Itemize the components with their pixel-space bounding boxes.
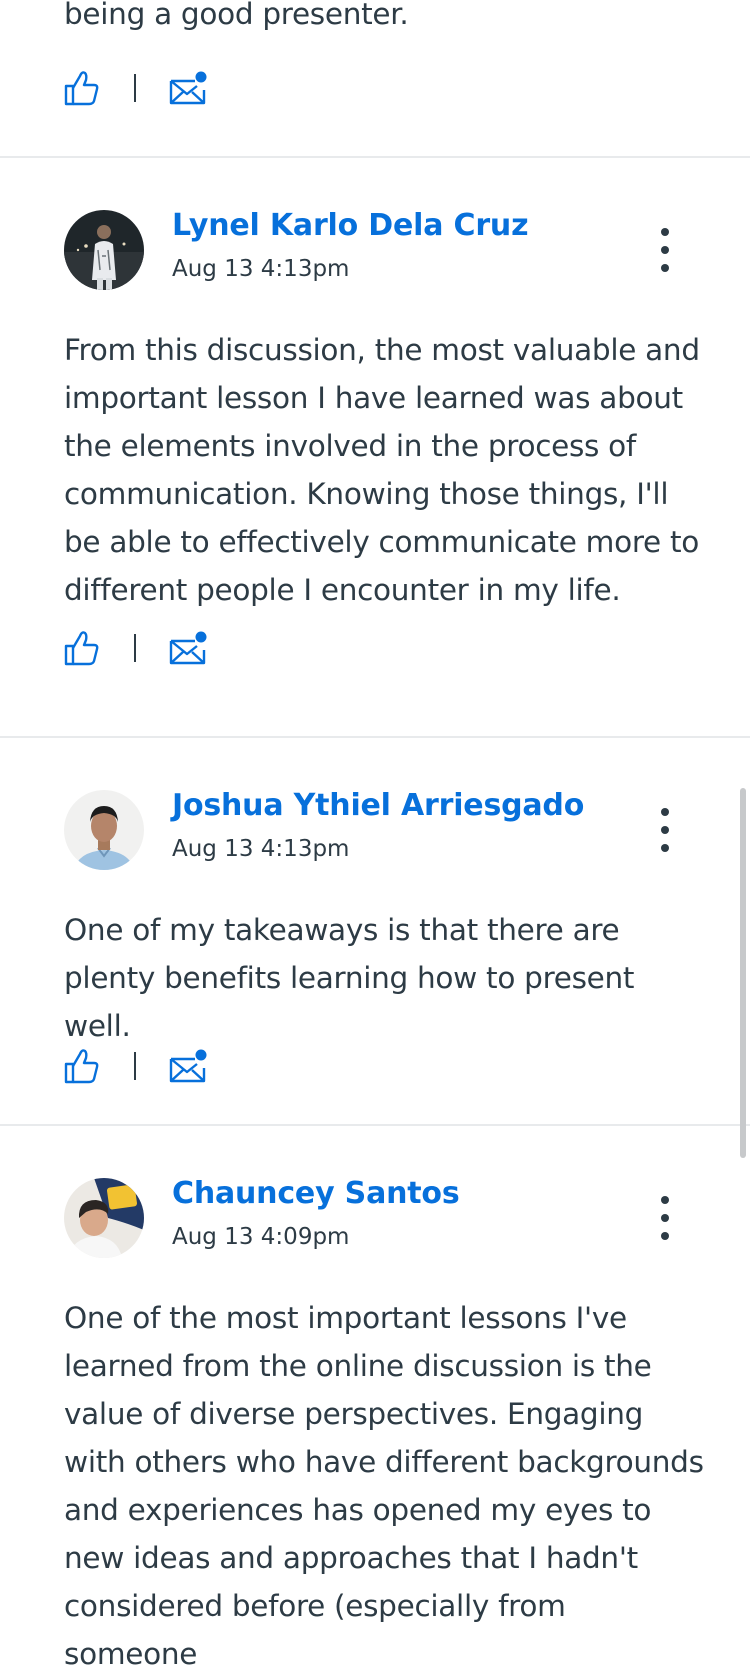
entry-divider — [0, 736, 750, 738]
avatar[interactable] — [64, 210, 144, 290]
action-separator — [134, 634, 136, 662]
entry-body: One of my takeaways is that there are pl… — [64, 913, 635, 1043]
kebab-menu-icon[interactable] — [648, 228, 682, 272]
envelope-unread-icon[interactable] — [168, 1046, 208, 1086]
entry-timestamp: Aug 13 4:13pm — [172, 836, 350, 862]
author-name[interactable]: Lynel Karlo Dela Cruz — [172, 208, 529, 243]
thumbs-up-icon[interactable] — [62, 68, 100, 108]
thumbs-up-icon[interactable] — [62, 628, 100, 668]
avatar[interactable] — [64, 1178, 144, 1258]
entry-body: From this discussion, the most valuable … — [64, 333, 700, 607]
scrollbar[interactable] — [740, 788, 746, 1158]
thumbs-up-icon[interactable] — [62, 1046, 100, 1086]
entry-actions — [62, 1046, 222, 1086]
kebab-menu-icon[interactable] — [648, 808, 682, 852]
envelope-unread-icon[interactable] — [168, 68, 208, 108]
avatar[interactable] — [64, 790, 144, 870]
entry-actions — [62, 628, 222, 668]
entry-divider — [0, 156, 750, 158]
entry-body: One of the most important lessons I've l… — [64, 1301, 704, 1671]
entry-divider — [0, 1124, 750, 1126]
action-separator — [134, 74, 136, 102]
action-separator — [134, 1052, 136, 1080]
author-name[interactable]: Joshua Ythiel Arriesgado — [172, 788, 584, 823]
envelope-unread-icon[interactable] — [168, 628, 208, 668]
kebab-menu-icon[interactable] — [648, 1196, 682, 1240]
entry-timestamp: Aug 13 4:09pm — [172, 1224, 350, 1250]
author-name[interactable]: Chauncey Santos — [172, 1176, 460, 1211]
entry-body: being a good presenter. — [64, 0, 409, 31]
entry-timestamp: Aug 13 4:13pm — [172, 256, 350, 282]
entry-actions — [62, 68, 222, 108]
